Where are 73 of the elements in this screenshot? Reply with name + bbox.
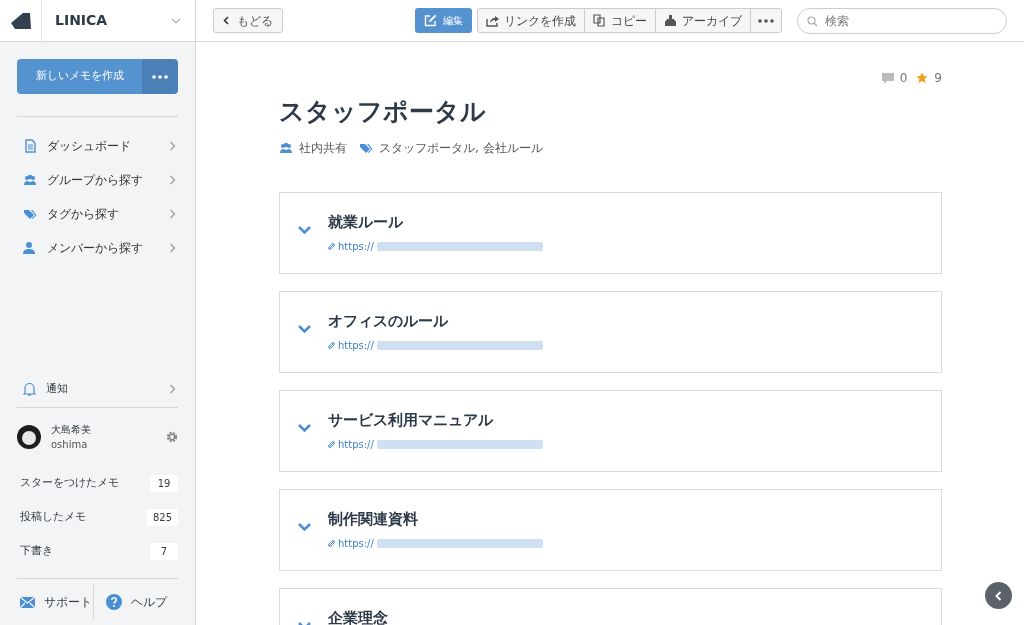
user-name: 大島希美 [51, 423, 92, 437]
section-link[interactable]: https:// [338, 239, 374, 254]
search-icon [807, 15, 818, 27]
more-icon [152, 74, 168, 79]
chevron-right-icon [169, 384, 176, 394]
mail-icon [20, 596, 35, 608]
user-id: oshima [51, 438, 89, 452]
person-icon [23, 241, 37, 255]
chevron-right-icon [169, 209, 176, 219]
section-title: 制作関連資料 [328, 508, 419, 530]
section-title: 企業理念 [328, 607, 388, 625]
notifications-item[interactable]: 通知 [17, 373, 178, 405]
nav-item[interactable]: グループから探す [17, 163, 178, 197]
count-badge: 19 [150, 474, 178, 492]
comment-count: 0 [899, 70, 908, 87]
chevron-down-icon[interactable] [297, 224, 312, 235]
settings-icon[interactable] [166, 431, 178, 443]
link-icon [328, 243, 335, 250]
count-badge: 7 [150, 542, 178, 560]
count-item[interactable]: スターをつけたメモ 19 [17, 466, 178, 500]
group-icon [23, 173, 37, 187]
edit-icon [424, 14, 437, 27]
nav-item[interactable]: ダッシュボード [17, 129, 178, 163]
toolbar-button[interactable]: アーカイブ [656, 9, 751, 32]
group-label: 社内共有 [299, 139, 347, 157]
more-icon [758, 18, 774, 23]
link-icon [328, 342, 335, 349]
document-icon [23, 139, 37, 153]
star-count: 9 [934, 70, 942, 87]
section-link[interactable]: https:// [338, 338, 374, 353]
chevron-right-icon [169, 175, 176, 185]
chevron-right-icon [169, 141, 176, 151]
bell-icon [23, 382, 36, 396]
comment-icon [881, 72, 894, 84]
toolbar-button[interactable]: リンクを作成 [478, 9, 585, 32]
count-badge: 825 [146, 508, 178, 526]
nav-item[interactable]: タグから探す [17, 197, 178, 231]
memo-title: スタッフポータル [279, 96, 487, 128]
count-item[interactable]: 下書き 7 [17, 534, 178, 568]
section-link[interactable]: https:// [338, 536, 374, 551]
link-icon [328, 540, 335, 547]
archive-icon [664, 14, 677, 27]
section-title: サービス利用マニュアル [328, 409, 494, 431]
count-item[interactable]: 投稿したメモ 825 [17, 500, 178, 534]
link-icon [328, 441, 335, 448]
copy-icon [593, 14, 606, 27]
toolbar-button[interactable]: コピー [585, 9, 656, 32]
chevron-down-icon[interactable] [297, 521, 312, 532]
collapse-button[interactable] [985, 582, 1012, 609]
logo-icon [9, 11, 32, 30]
more-options-button[interactable] [142, 59, 178, 94]
chevron-down-icon[interactable] [171, 17, 181, 24]
chevron-left-icon [223, 16, 229, 25]
footer-link[interactable]: サポート [20, 594, 92, 610]
share-icon [486, 14, 499, 27]
avatar [17, 425, 41, 449]
app-name: LINICA [55, 11, 108, 30]
nav-item[interactable]: メンバーから探す [17, 231, 178, 265]
footer-link[interactable]: ヘルプ [105, 594, 167, 610]
back-button[interactable]: もどる [213, 8, 283, 33]
chevron-down-icon[interactable] [297, 323, 312, 334]
section-link[interactable]: https:// [338, 437, 374, 452]
section-title: オフィスのルール [328, 310, 449, 332]
chevron-right-icon [169, 243, 176, 253]
chevron-left-icon [995, 590, 1002, 601]
section-title: 就業ルール [328, 211, 404, 233]
star-icon [916, 72, 929, 84]
search-field[interactable]: 検索 [797, 7, 1007, 34]
chevron-down-icon[interactable] [297, 422, 312, 433]
group-icon [279, 140, 293, 155]
tag-list: スタッフポータル, 会社ルール [379, 138, 543, 157]
tags-icon [23, 207, 37, 221]
help-icon [105, 594, 122, 610]
